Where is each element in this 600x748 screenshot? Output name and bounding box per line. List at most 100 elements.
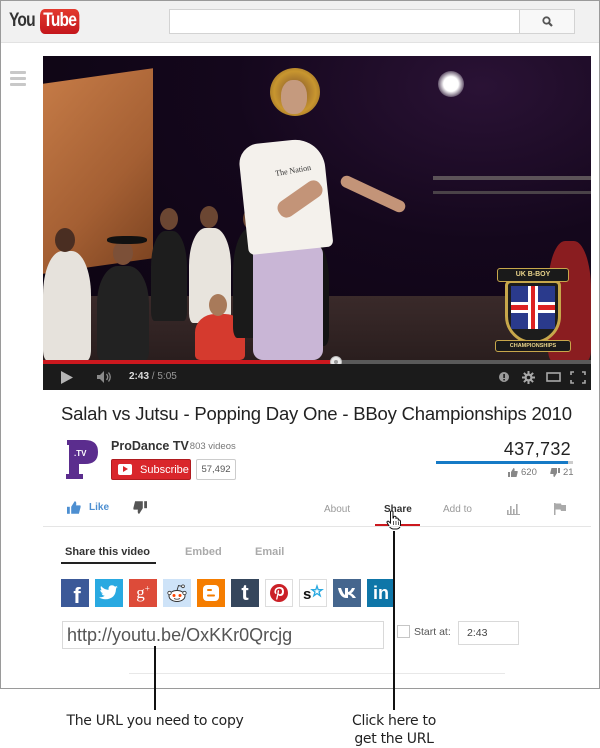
facebook-icon: f (73, 583, 81, 608)
video-player[interactable]: The Nation UK B-BOY CHAMPIONSHIPS 2:43 /… (43, 56, 591, 390)
spectator-head (200, 206, 218, 228)
channel-name[interactable]: ProDance TV (111, 439, 189, 453)
union-flag (511, 286, 555, 329)
view-count: 437,732 (503, 439, 571, 459)
like-count-value: 620 (521, 467, 537, 478)
youtube-logo[interactable]: You Tube (9, 8, 88, 34)
tab-add-to[interactable]: Add to (443, 504, 472, 515)
settings-button[interactable] (517, 364, 539, 390)
watermark-bottom-text: CHAMPIONSHIPS (495, 340, 571, 352)
tab-about[interactable]: About (324, 504, 350, 515)
sentiment-bar (436, 461, 573, 464)
browser-window: You Tube The Nation UK B-BOY CHAMPIONSHI… (0, 0, 600, 689)
subscriber-count: 57,492 (196, 459, 236, 480)
share-facebook-button[interactable]: f (61, 579, 89, 608)
thumbs-up-icon (67, 501, 81, 514)
svg-text:.TV: .TV (74, 449, 87, 458)
hand-cursor-icon (386, 510, 401, 530)
spectator-head (209, 294, 227, 316)
divider (43, 526, 591, 527)
flag-icon (554, 503, 566, 515)
theater-mode-button[interactable] (542, 364, 564, 390)
dislike-count-value: 21 (563, 467, 574, 478)
subscribe-button[interactable]: Subscribe (111, 459, 191, 480)
like-count: 620 (508, 467, 537, 478)
volume-button[interactable] (93, 364, 117, 390)
share-stumbleupon-button[interactable]: s (299, 579, 327, 607)
share-blogger-button[interactable] (197, 579, 225, 607)
share-twitter-button[interactable] (95, 579, 123, 607)
share-url-field[interactable] (62, 621, 384, 649)
channel-video-count[interactable]: · 803 videos (184, 441, 236, 452)
video-title: Salah vs Jutsu - Popping Day One - BBoy … (61, 403, 572, 424)
spectator-head (55, 228, 75, 252)
spectator-head (113, 241, 133, 265)
youtube-play-icon (118, 464, 132, 475)
stats-button[interactable] (507, 502, 520, 520)
theater-mode-icon (545, 372, 561, 382)
time-display: 2:43 / 5:05 (129, 364, 177, 390)
share-linkedin-button[interactable]: in (367, 579, 395, 607)
dislike-count: 21 (550, 467, 574, 478)
share-vk-button[interactable] (333, 579, 361, 607)
share-reddit-button[interactable] (163, 579, 191, 607)
settings-gear-icon (521, 370, 535, 384)
spectator-head (160, 208, 178, 230)
thumbs-down-icon (133, 501, 147, 514)
fullscreen-icon (570, 370, 586, 384)
share-pinterest-button[interactable] (265, 579, 293, 607)
volume-icon (97, 371, 111, 383)
vk-icon (338, 588, 356, 598)
video-scene-rail (433, 191, 591, 194)
callout-line-url (154, 646, 156, 710)
search-button[interactable] (519, 9, 575, 34)
share-tumblr-button[interactable]: t (231, 579, 259, 607)
video-scene-rail (433, 176, 591, 180)
reddit-alien-icon (167, 584, 187, 602)
dancer-face (281, 80, 307, 114)
start-at-checkbox[interactable] (397, 625, 410, 638)
guide-menu-button[interactable] (10, 71, 26, 89)
play-icon (61, 370, 73, 384)
google-plus-icon: g+ (136, 583, 150, 602)
subtab-share-this-video[interactable]: Share this video (65, 546, 150, 558)
watermark-shield (505, 280, 561, 344)
subtab-indicator (61, 562, 156, 564)
logo-you-text: You (9, 10, 36, 31)
masthead: You Tube (1, 1, 599, 43)
annotations-button[interactable] (495, 364, 513, 390)
dislike-button[interactable] (133, 501, 147, 519)
callout-line-share (393, 531, 395, 710)
menu-bar (10, 77, 26, 80)
report-button[interactable] (554, 502, 566, 520)
fullscreen-button[interactable] (567, 364, 589, 390)
video-frame[interactable]: The Nation UK B-BOY CHAMPIONSHIPS (43, 56, 591, 360)
annotations-icon (499, 372, 509, 382)
like-button[interactable]: Like (67, 501, 109, 514)
championship-watermark: UK B-BOY CHAMPIONSHIPS (491, 266, 575, 356)
stumbleupon-icon: s (303, 584, 324, 602)
video-scene-light (438, 71, 464, 97)
callout-share-note: Click here to get the URL (334, 712, 454, 748)
start-at-label: Start at: (414, 626, 451, 638)
subtab-email[interactable]: Email (255, 546, 284, 558)
like-label: Like (89, 502, 110, 513)
svg-text:s: s (303, 586, 311, 602)
stats-icon (507, 504, 520, 515)
menu-bar (10, 71, 26, 74)
callout-share-line1: Click here to (352, 713, 436, 729)
duration: 5:05 (157, 371, 177, 382)
thumbs-down-icon (550, 468, 560, 477)
search-input[interactable] (169, 9, 519, 34)
share-googleplus-button[interactable]: g+ (129, 579, 157, 607)
spectator (97, 266, 149, 360)
sentiment-likes-fill (436, 461, 569, 464)
start-at-time-field[interactable] (458, 621, 519, 645)
twitter-bird-icon (99, 585, 118, 600)
subtab-embed[interactable]: Embed (185, 546, 222, 558)
tumblr-icon: t (241, 580, 249, 605)
dancer-arm (338, 173, 408, 215)
spectator (43, 251, 91, 360)
channel-logo[interactable]: .TV (65, 438, 99, 480)
play-button[interactable] (55, 364, 79, 390)
